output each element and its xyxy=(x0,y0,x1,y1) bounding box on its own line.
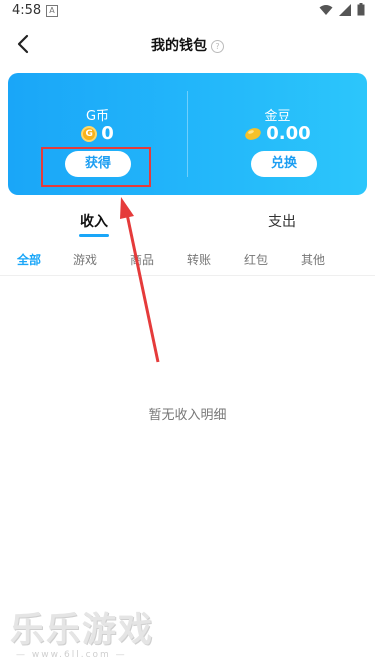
gold-bean-label: 金豆 xyxy=(264,109,291,124)
gold-bean-amount: 0.00 xyxy=(266,123,311,144)
category-tab-games[interactable]: 游戏 xyxy=(73,251,97,268)
category-tab-all[interactable]: 全部 xyxy=(17,251,41,268)
tab-income[interactable]: 收入 xyxy=(80,211,108,231)
wifi-icon xyxy=(319,4,333,15)
category-tab-red-packet[interactable]: 红包 xyxy=(244,251,268,268)
category-tab-transfer[interactable]: 转账 xyxy=(187,251,211,268)
watermark-title: 乐乐游戏 xyxy=(10,610,154,650)
exchange-button[interactable]: 兑换 xyxy=(251,151,317,177)
tab-underline xyxy=(79,234,109,237)
g-coin-label: G币 xyxy=(85,109,110,124)
status-time: 4:58 xyxy=(12,3,42,18)
status-icons xyxy=(319,3,365,16)
gold-bean-amount-row: 0.00 xyxy=(188,123,367,144)
nav-bar: 我的钱包? xyxy=(0,26,375,64)
category-tabs: 全部 游戏 商品 转账 红包 其他 xyxy=(0,245,375,276)
page-title-text: 我的钱包 xyxy=(151,38,207,54)
g-coin-amount: 0 xyxy=(101,123,114,144)
battery-icon xyxy=(357,3,365,16)
signal-icon xyxy=(339,3,351,16)
empty-state-message: 暂无收入明细 xyxy=(148,408,227,423)
tab-expense[interactable]: 支出 xyxy=(268,211,296,231)
notification-icon: A xyxy=(46,5,58,17)
status-bar: 4:58 A xyxy=(0,0,375,24)
help-icon[interactable]: ? xyxy=(211,40,224,53)
watermark: 乐乐游戏 — www.6ll.com — xyxy=(10,610,154,660)
g-coin-icon: G xyxy=(81,125,98,142)
watermark-url: — www.6ll.com — xyxy=(16,650,127,660)
g-coin-amount-row: G 0 xyxy=(8,123,187,144)
main-tabs: 收入 支出 xyxy=(0,203,375,239)
gold-bean-panel: 金豆 0.00 兑换 xyxy=(188,73,367,195)
category-tab-other[interactable]: 其他 xyxy=(301,251,325,268)
gold-bean-icon xyxy=(245,127,262,140)
annotation-highlight-box xyxy=(41,147,151,187)
category-tab-goods[interactable]: 商品 xyxy=(130,251,154,268)
page-title: 我的钱包? xyxy=(0,35,375,55)
